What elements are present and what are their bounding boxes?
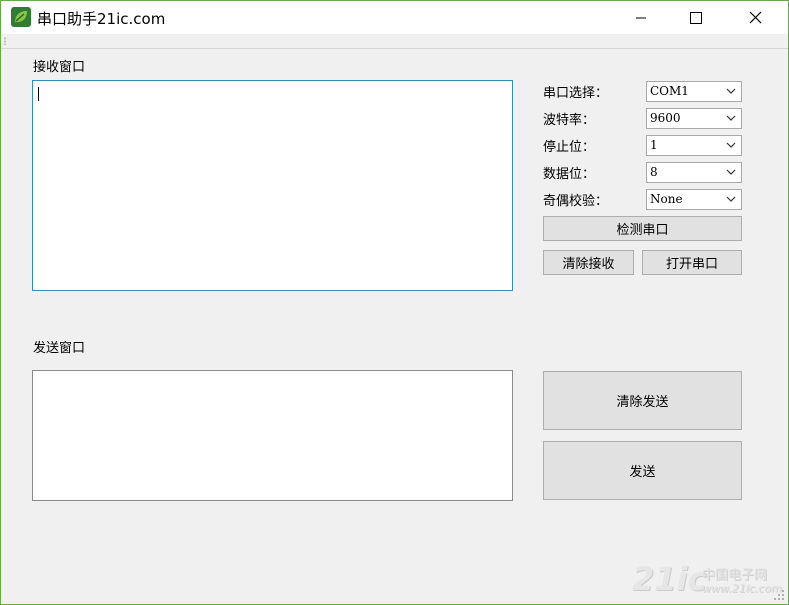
stop-bits-value: 1 [650,138,658,152]
grip-icon[interactable] [4,37,6,45]
watermark-url: www.21ic.com [702,582,782,595]
detect-port-button[interactable]: 检测串口 [543,216,742,241]
data-bits-value: 8 [650,165,658,179]
window-title: 串口助手21ic.com [37,10,166,28]
stop-bits-label: 停止位： [543,140,596,155]
chevron-down-icon [726,88,736,94]
chevron-down-icon [726,115,736,121]
close-icon [749,11,761,24]
stop-bits-select[interactable]: 1 [646,135,742,156]
watermark-logo: 21ic [632,560,707,598]
chevron-down-icon [726,196,736,202]
close-button[interactable] [732,1,778,34]
baud-select[interactable]: 9600 [646,108,742,129]
minimize-button[interactable] [618,1,664,34]
clear-receive-button[interactable]: 清除接收 [543,250,634,275]
send-textbox[interactable] [32,370,513,501]
baud-label: 波特率： [543,113,596,128]
app-window: 串口助手21ic.com 接收窗口 串口选择： COM1 波特率： 9600 停… [0,0,789,605]
data-bits-label: 数据位： [543,167,596,182]
receive-window-label: 接收窗口 [33,60,86,75]
baud-value: 9600 [650,111,681,125]
parity-value: None [650,192,683,206]
open-port-button[interactable]: 打开串口 [642,250,742,275]
resize-grip-icon[interactable] [773,589,785,601]
title-bar[interactable]: 串口助手21ic.com [1,1,788,34]
watermark-name: 中国电子网 [702,568,768,583]
parity-label: 奇偶校验： [543,194,609,209]
text-caret [38,87,39,101]
maximize-button[interactable] [673,1,719,34]
chevron-down-icon [726,169,736,175]
chevron-down-icon [726,142,736,148]
port-label: 串口选择： [543,86,609,101]
data-bits-select[interactable]: 8 [646,162,742,183]
port-select[interactable]: COM1 [646,81,742,102]
menu-strip [1,34,788,49]
minimize-icon [636,17,646,18]
site-watermark: 21ic 中国电子网 www.21ic.com [632,560,782,598]
maximize-icon [690,11,702,24]
leaf-app-icon [11,7,31,27]
receive-textbox[interactable] [32,80,513,291]
port-value: COM1 [650,84,689,98]
send-button[interactable]: 发送 [543,441,742,500]
send-window-label: 发送窗口 [33,341,86,356]
clear-send-button[interactable]: 清除发送 [543,371,742,430]
parity-select[interactable]: None [646,189,742,210]
